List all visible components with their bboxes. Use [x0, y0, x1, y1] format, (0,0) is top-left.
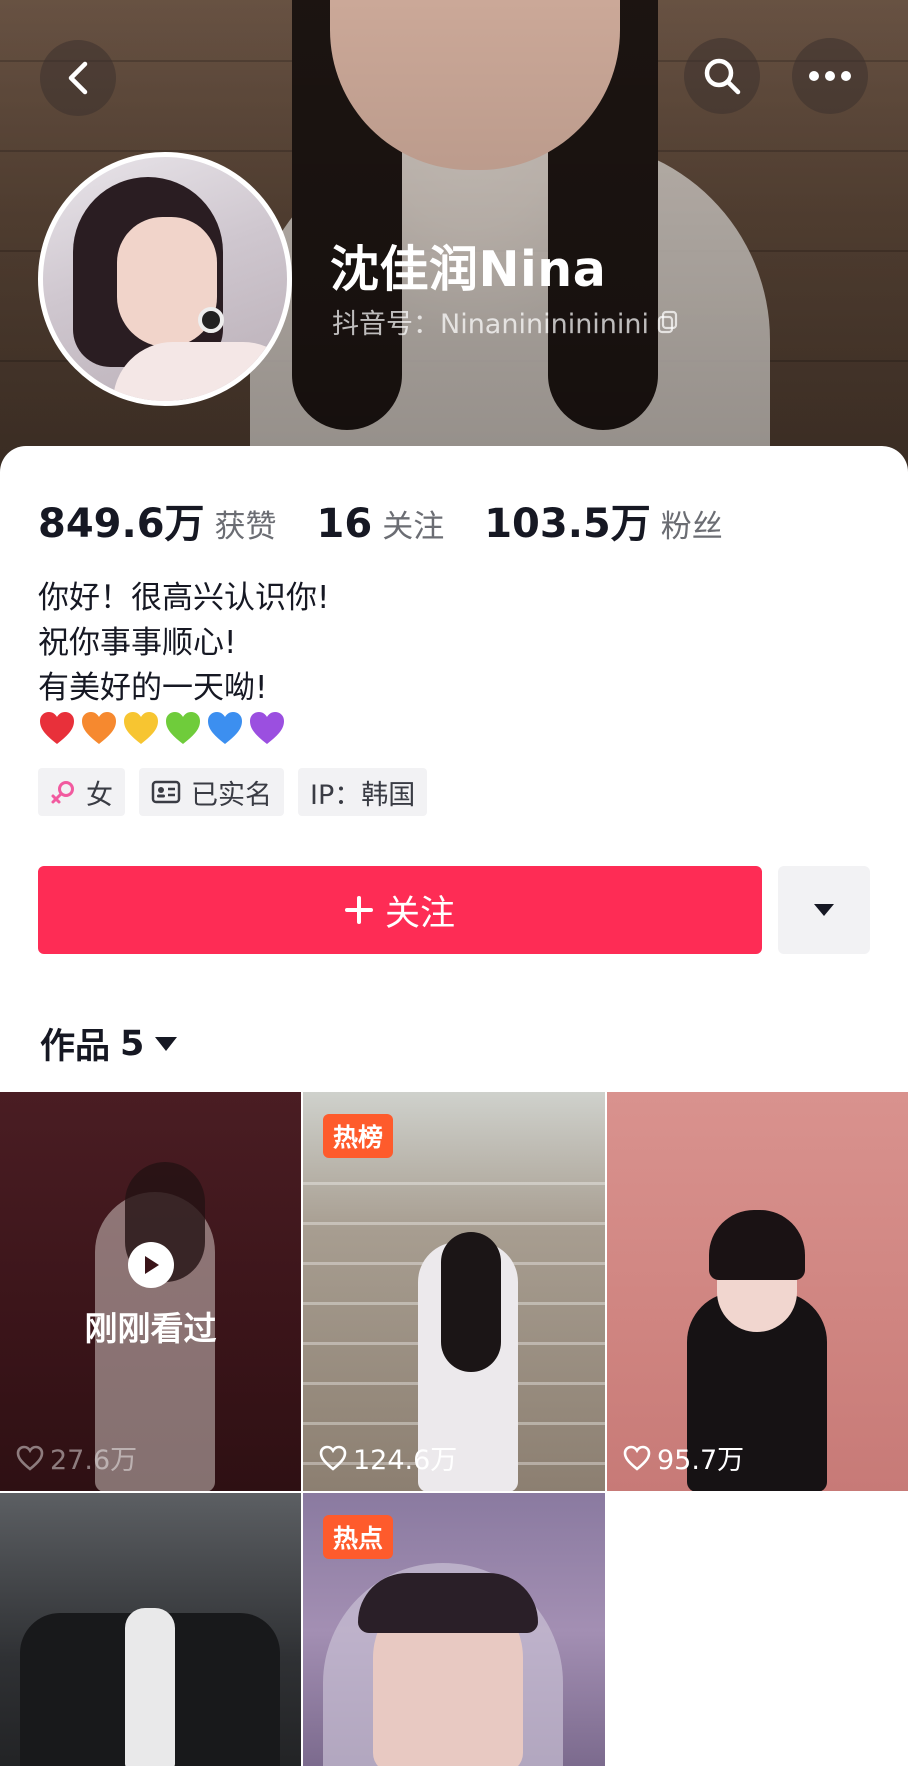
avatar[interactable]	[38, 152, 292, 406]
heart-outline-icon	[16, 1445, 44, 1471]
search-button[interactable]	[684, 38, 760, 114]
heart-emoji-icon	[40, 712, 74, 744]
heart-emoji-icon	[124, 712, 158, 744]
profile-name: 沈佳润Nina	[330, 241, 607, 298]
emoji-hearts	[38, 710, 286, 746]
back-button[interactable]	[40, 40, 116, 116]
profile-handle[interactable]: 抖音号：Ninanininininini	[332, 302, 679, 341]
works-tab[interactable]: 作品 5	[40, 1018, 178, 1069]
heart-outline-icon	[623, 1445, 651, 1471]
works-count: 5	[120, 1023, 145, 1064]
heart-emoji-icon	[166, 712, 200, 744]
like-count: 124.6万	[319, 1438, 457, 1477]
video-tile-2[interactable]: 热榜 124.6万	[303, 1092, 605, 1491]
tag-label: 女	[86, 779, 113, 811]
tag-label: 已实名	[191, 779, 272, 811]
heart-emoji-icon	[208, 712, 242, 744]
heart-outline-icon	[319, 1445, 347, 1471]
stat-value: 103.5万	[484, 501, 651, 547]
profile-tags: 女 已实名 IP：韩国	[38, 768, 428, 816]
like-count: 95.7万	[623, 1438, 744, 1477]
recently-watched-overlay: 刚刚看过	[0, 1242, 301, 1350]
tag-gender: 女	[38, 768, 125, 816]
caret-down-icon	[814, 904, 834, 916]
video-tile-4[interactable]	[0, 1493, 301, 1766]
stat-label: 关注	[382, 509, 445, 545]
id-card-icon	[151, 780, 181, 804]
copy-icon[interactable]	[657, 310, 679, 334]
recommend-dropdown-button[interactable]	[778, 866, 870, 954]
tag-label: IP：韩国	[310, 779, 416, 811]
bio-line: 你好！很高兴认识你!	[38, 580, 330, 616]
stat-following[interactable]: 16 关注	[317, 501, 445, 547]
stat-value: 16	[316, 501, 373, 547]
chevron-left-icon	[68, 61, 88, 95]
trending-badge: 热点	[323, 1515, 394, 1559]
heart-emoji-icon	[250, 712, 284, 744]
hot-list-badge: 热榜	[323, 1114, 394, 1158]
recently-watched-label: 刚刚看过	[84, 1309, 217, 1348]
more-dots-icon	[809, 71, 851, 81]
works-label: 作品	[40, 1027, 111, 1067]
bio-line: 祝你事事顺心!	[38, 625, 237, 661]
stat-followers[interactable]: 103.5万 粉丝	[484, 491, 723, 549]
tag-ip: IP：韩国	[298, 768, 428, 816]
more-button[interactable]	[792, 38, 868, 114]
video-tile-3[interactable]: 95.7万	[607, 1092, 908, 1491]
handle-text: 抖音号：Ninanininininini	[332, 309, 650, 340]
tag-verified: 已实名	[139, 768, 284, 816]
play-icon	[127, 1242, 174, 1288]
video-tile-5[interactable]: 热点	[303, 1493, 605, 1766]
like-count-value: 27.6万	[50, 1445, 138, 1476]
like-count-value: 95.7万	[657, 1445, 745, 1476]
stats-row: 849.6万 获赞 16 关注 103.5万 粉丝	[38, 491, 723, 549]
stat-label: 获赞	[214, 509, 277, 545]
follow-button[interactable]: 关注	[38, 866, 762, 954]
stat-value: 849.6万	[38, 501, 205, 547]
stat-label: 粉丝	[660, 509, 723, 545]
bio-line: 有美好的一天呦!	[38, 670, 268, 706]
follow-label: 关注	[384, 893, 455, 934]
caret-down-icon	[155, 1036, 178, 1051]
heart-emoji-icon	[82, 712, 116, 744]
like-count-value: 124.6万	[353, 1445, 458, 1476]
plus-icon	[344, 896, 373, 924]
video-tile-1[interactable]: 刚刚看过 27.6万	[0, 1092, 301, 1491]
stat-likes[interactable]: 849.6万 获赞	[38, 491, 277, 549]
bio: 你好！很高兴认识你! 祝你事事顺心! 有美好的一天呦!	[38, 576, 329, 711]
female-icon	[51, 781, 74, 804]
like-count: 27.6万	[16, 1438, 137, 1477]
search-icon	[704, 58, 741, 95]
